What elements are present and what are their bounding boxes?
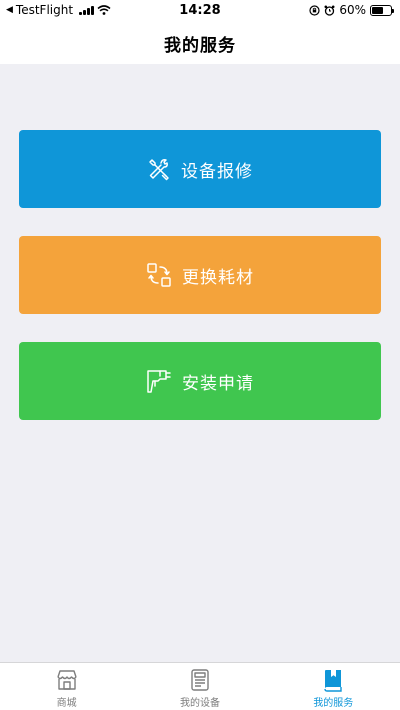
- battery-icon: [370, 4, 394, 16]
- status-bar: ◀ TestFlight 14:28 60%: [0, 0, 400, 22]
- installation-request-label: 安装申请: [182, 373, 254, 394]
- navigation-bar: 我的服务: [0, 22, 400, 64]
- store-icon: [56, 670, 77, 690]
- battery-percent: 60%: [339, 3, 366, 17]
- tab-my-services[interactable]: 我的服务: [267, 663, 400, 710]
- app-screen: ◀ TestFlight 14:28 60% 我的服务 设备报修 更换耗材 安装…: [0, 0, 400, 710]
- tab-my-services-label: 我的服务: [313, 698, 354, 709]
- page-title: 我的服务: [164, 35, 236, 56]
- equipment-repair-label: 设备报修: [181, 161, 253, 182]
- battery-level: [372, 6, 383, 14]
- replace-icon: [147, 263, 171, 287]
- equipment-repair-button[interactable]: 设备报修: [19, 130, 381, 208]
- orientation-lock-icon: [309, 4, 320, 16]
- tab-store-label: 商城: [56, 698, 77, 709]
- device-icon: [191, 669, 209, 691]
- book-icon: [324, 670, 343, 692]
- tab-bar: 商城 我的设备 我的服务: [0, 662, 400, 710]
- drill-icon: [147, 370, 171, 393]
- installation-request-button[interactable]: 安装申请: [19, 342, 381, 420]
- tools-icon: [149, 159, 169, 181]
- tab-my-devices-label: 我的设备: [179, 698, 220, 709]
- tab-my-devices[interactable]: 我的设备: [133, 663, 266, 710]
- status-right: 60%: [309, 3, 394, 17]
- replace-consumables-button[interactable]: 更换耗材: [19, 236, 381, 314]
- tab-store[interactable]: 商城: [0, 663, 133, 710]
- replace-consumables-label: 更换耗材: [182, 267, 254, 288]
- alarm-icon: [324, 5, 335, 16]
